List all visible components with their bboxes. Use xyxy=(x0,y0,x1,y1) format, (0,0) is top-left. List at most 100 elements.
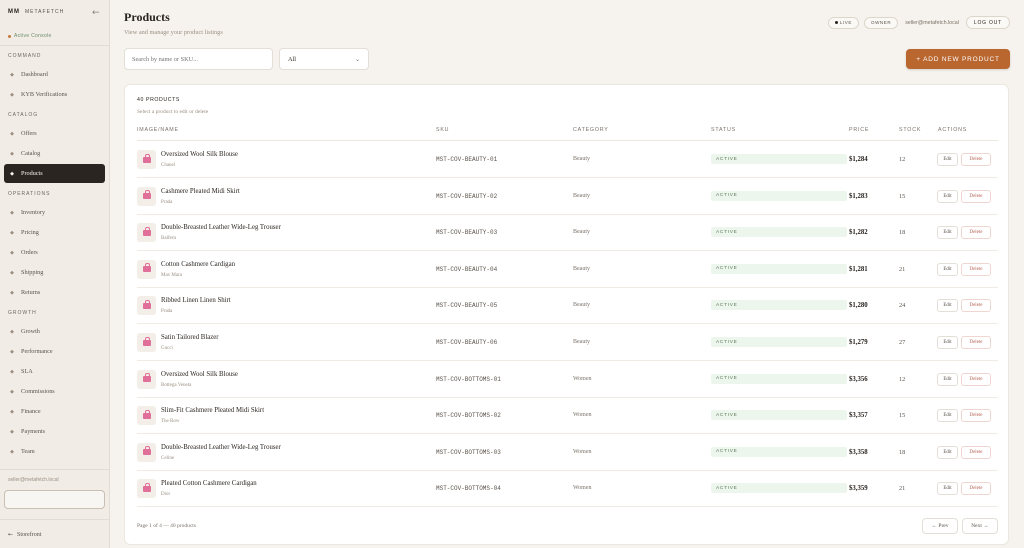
shopping-bag-icon xyxy=(142,373,151,383)
owner-label: OWNER xyxy=(870,20,892,25)
product-thumbnail xyxy=(137,259,156,279)
product-thumbnail xyxy=(137,150,156,169)
edit-button[interactable]: Edit xyxy=(937,445,958,459)
delete-button[interactable]: Delete xyxy=(961,299,991,313)
edit-button[interactable]: Edit xyxy=(937,262,958,276)
sidebar-item-payments[interactable]: ◆ Payments xyxy=(4,422,105,441)
sidebar-item-label: Shipping xyxy=(21,269,44,276)
product-price: $1,282 xyxy=(849,229,868,237)
status-badge: ACTIVE xyxy=(711,263,847,274)
product-name: Oversized Wool Silk Blouse xyxy=(161,370,238,378)
delete-button[interactable]: Delete xyxy=(961,262,991,276)
table-row[interactable]: Oversized Wool Silk Blouse Bottega Veneta… xyxy=(137,361,998,398)
nav-diamond-icon: ◆ xyxy=(10,209,14,216)
shopping-bag-icon xyxy=(142,226,151,236)
delete-button[interactable]: Delete xyxy=(961,226,991,240)
add-new-product-button[interactable]: + ADD NEW PRODUCT xyxy=(906,49,1010,69)
prev-page-button[interactable]: ← Prev xyxy=(922,518,958,534)
col-header-sku[interactable]: SKU xyxy=(436,127,449,133)
category-filter-select[interactable]: All ⌄ xyxy=(279,48,369,70)
sidebar-item-returns[interactable]: ◆ Returns xyxy=(4,283,105,302)
edit-button[interactable]: Edit xyxy=(937,189,958,203)
sidebar-item-growth[interactable]: ◆ Growth xyxy=(4,322,105,341)
live-label: LIVE xyxy=(839,20,852,25)
col-header-price[interactable]: PRICE xyxy=(849,127,869,133)
status-badge: ACTIVE xyxy=(711,483,847,494)
sidebar-item-offers[interactable]: ◆ Offers xyxy=(4,124,105,143)
table-row[interactable]: Cashmere Pleated Midi Skirt Prada MST-COV-… xyxy=(137,178,998,215)
delete-button[interactable]: Delete xyxy=(961,445,991,459)
product-category: Women xyxy=(573,375,592,382)
table-row[interactable]: Cotton Cashmere Cardigan Max Mara MST-COV-… xyxy=(137,251,998,288)
delete-button[interactable]: Delete xyxy=(961,336,991,349)
table-row[interactable]: Ribbed Linen Linen Shirt Prada MST-COV-BEA… xyxy=(137,287,998,325)
sidebar-item-shipping[interactable]: ◆ Shipping xyxy=(4,263,105,282)
nav-diamond-icon: ◆ xyxy=(10,269,14,276)
sidebar-item-kyb-verifications[interactable]: ◆ KYB Verifications xyxy=(4,85,105,104)
edit-button[interactable]: Edit xyxy=(937,153,958,166)
edit-button[interactable]: Edit xyxy=(937,409,958,423)
next-page-button[interactable]: Next → xyxy=(962,518,998,534)
table-row[interactable]: Satin Tailored Blazer Gucci MST-COV-BEAUTY… xyxy=(137,324,998,361)
brand[interactable]: MM METAFETCH xyxy=(8,9,64,15)
table-row[interactable]: Double-Breasted Leather Wide-Leg Trouser… xyxy=(137,214,998,252)
nav-diamond-icon: ◆ xyxy=(10,348,14,355)
sidebar-item-catalog[interactable]: ◆ Catalog xyxy=(4,144,105,163)
delete-button[interactable]: Delete xyxy=(961,409,991,423)
table-row[interactable]: Pleated Cotton Cashmere Cardigan Dior MST-… xyxy=(137,470,998,508)
console-status: Active Console xyxy=(8,33,52,39)
nav-diamond-icon: ◆ xyxy=(10,408,14,415)
main-content: Products View and manage your product li… xyxy=(110,0,1024,548)
nav-diamond-icon: ◆ xyxy=(10,428,14,435)
nav-section-title: OPERATIONS xyxy=(8,191,51,197)
delete-button[interactable]: Delete xyxy=(961,189,991,203)
sidebar-item-inventory[interactable]: ◆ Inventory xyxy=(4,203,105,222)
logout-button[interactable]: LOG OUT xyxy=(965,16,1010,29)
table-row[interactable]: Double-Breasted Leather Wide-Leg Trouser… xyxy=(137,434,998,471)
table-row[interactable]: Slim-Fit Cashmere Pleated Midi Skirt The … xyxy=(137,397,998,435)
nav-diamond-icon: ◆ xyxy=(10,448,14,455)
sidebar: MM METAFETCH ← Active Console seller@met… xyxy=(0,0,110,548)
search-input[interactable] xyxy=(124,48,273,70)
edit-button[interactable]: Edit xyxy=(937,482,958,496)
sidebar-item-team[interactable]: ◆ Team xyxy=(4,442,105,461)
product-brand: Balfern xyxy=(161,236,176,242)
col-header-image-name[interactable]: IMAGE/NAME xyxy=(137,127,179,133)
col-header-category[interactable]: CATEGORY xyxy=(573,127,609,133)
sidebar-item-pricing[interactable]: ◆ Pricing xyxy=(4,223,105,242)
table-row[interactable]: Oversized Wool Silk Blouse Chanel MST-COV-… xyxy=(137,141,998,178)
sidebar-item-finance[interactable]: ◆ Finance xyxy=(4,402,105,421)
product-stock: 18 xyxy=(899,229,906,237)
product-category: Beauty xyxy=(573,302,590,309)
sidebar-divider xyxy=(0,519,110,520)
header-actions: LIVE OWNER seller@metafetch.local LOG OU… xyxy=(827,16,1010,29)
sidebar-item-commissions[interactable]: ◆ Commissions xyxy=(4,382,105,401)
collapse-sidebar-icon[interactable]: ← xyxy=(92,8,100,18)
product-price: $3,358 xyxy=(849,448,868,456)
edit-button[interactable]: Edit xyxy=(937,372,958,386)
edit-button[interactable]: Edit xyxy=(937,299,958,313)
status-badge: ACTIVE xyxy=(711,337,847,347)
shopping-bag-icon xyxy=(142,482,151,492)
delete-button[interactable]: Delete xyxy=(961,482,991,496)
delete-button[interactable]: Delete xyxy=(961,153,991,166)
product-stock: 15 xyxy=(899,412,906,420)
sidebar-account-box[interactable] xyxy=(4,490,105,509)
col-header-status[interactable]: STATUS xyxy=(711,127,736,133)
status-badge: ACTIVE xyxy=(711,410,847,421)
storefront-link[interactable]: ← Storefront xyxy=(8,531,41,538)
sidebar-item-orders[interactable]: ◆ Orders xyxy=(4,243,105,262)
edit-button[interactable]: Edit xyxy=(937,336,958,349)
sidebar-item-performance[interactable]: ◆ Performance xyxy=(4,342,105,361)
sidebar-item-dashboard[interactable]: ◆ Dashboard xyxy=(4,65,105,84)
nav-section-title: CATALOG xyxy=(8,112,39,118)
product-thumbnail xyxy=(137,406,156,426)
sidebar-item-products[interactable]: ◆ Products xyxy=(4,164,105,183)
edit-button[interactable]: Edit xyxy=(937,226,958,240)
arrow-left-icon: ← xyxy=(8,531,14,538)
product-brand: Prada xyxy=(161,199,173,205)
product-category: Women xyxy=(573,448,592,455)
col-header-stock[interactable]: STOCK xyxy=(899,127,921,133)
delete-button[interactable]: Delete xyxy=(961,372,991,386)
sidebar-item-sla[interactable]: ◆ SLA xyxy=(4,362,105,381)
